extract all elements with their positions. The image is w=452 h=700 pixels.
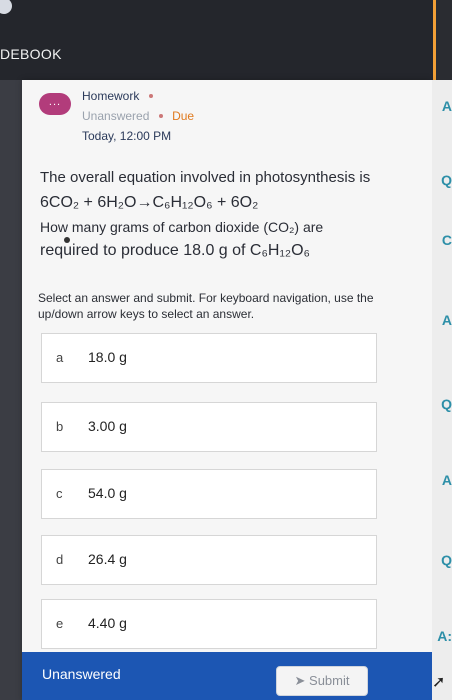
due-time: Today, 12:00 PM — [82, 129, 172, 143]
strip-letter: A — [441, 98, 452, 114]
strip-letter: A: — [437, 628, 452, 644]
option-value: 18.0 g — [88, 349, 127, 365]
submit-button[interactable]: ➤ Submit — [276, 666, 368, 696]
strip-letter: C — [441, 232, 452, 248]
option-value: 54.0 g — [88, 485, 127, 501]
question-line-4: required to produce 18.0 g of C₆H₁₂O₆ — [40, 242, 310, 259]
separator-dot-icon — [148, 94, 153, 98]
assignment-type: Homework — [82, 89, 140, 103]
answer-option-d[interactable]: d 26.4 g — [41, 535, 377, 585]
question-line-1: The overall equation involved in photosy… — [40, 169, 371, 186]
answer-option-b[interactable]: b 3.00 g — [41, 402, 377, 452]
answer-status: Unanswered — [82, 109, 150, 123]
profile-dot-icon — [0, 0, 12, 14]
separator-dot-icon — [158, 114, 163, 118]
send-icon: ➤ — [294, 673, 306, 688]
option-letter: b — [56, 419, 64, 434]
instructions-text: Select an answer and submit. For keyboar… — [38, 291, 374, 321]
question-line-3: How many grams of carbon dioxide (CO₂) a… — [40, 219, 324, 235]
strip-letter: A — [441, 472, 452, 488]
submit-label: Submit — [309, 673, 350, 688]
more-menu-button[interactable]: ... — [39, 93, 71, 115]
strip-letter: Q — [441, 172, 452, 188]
app-topbar: DEBOOK — [0, 0, 452, 80]
answer-option-c[interactable]: c 54.0 g — [41, 469, 377, 519]
question-equation: 6CO₂ + 6H₂O→C₆H₁₂O₆ + 6O₂ — [40, 194, 259, 211]
footer-status: Unanswered — [42, 666, 121, 682]
option-letter: a — [56, 350, 64, 365]
option-value: 3.00 g — [88, 418, 127, 434]
strip-letter: A — [441, 312, 452, 328]
ebook-title[interactable]: DEBOOK — [0, 46, 62, 62]
strip-letter: Q — [441, 552, 452, 568]
answer-option-a[interactable]: a 18.0 g — [41, 333, 377, 383]
option-letter: e — [56, 616, 64, 631]
due-label: Due — [172, 109, 195, 123]
strip-letter: Q — [441, 396, 452, 412]
question-panel: ... Homework Unanswered Due Today, 12:00… — [22, 80, 432, 700]
question-text: The overall equation involved in photosy… — [40, 166, 420, 264]
footer-bar: Unanswered ➤ Submit — [22, 652, 432, 700]
option-letter: c — [56, 486, 63, 501]
accent-tab — [433, 0, 452, 80]
assignment-meta: Homework Unanswered Due Today, 12:00 PM — [82, 86, 194, 146]
answer-option-e[interactable]: e 4.40 g — [41, 599, 377, 649]
option-value: 26.4 g — [88, 551, 127, 567]
right-strip: A Q C A Q A Q A: — [432, 80, 452, 700]
option-letter: d — [56, 552, 64, 567]
cursor-arrow-icon: ➚ — [432, 674, 446, 691]
option-value: 4.40 g — [88, 615, 127, 631]
